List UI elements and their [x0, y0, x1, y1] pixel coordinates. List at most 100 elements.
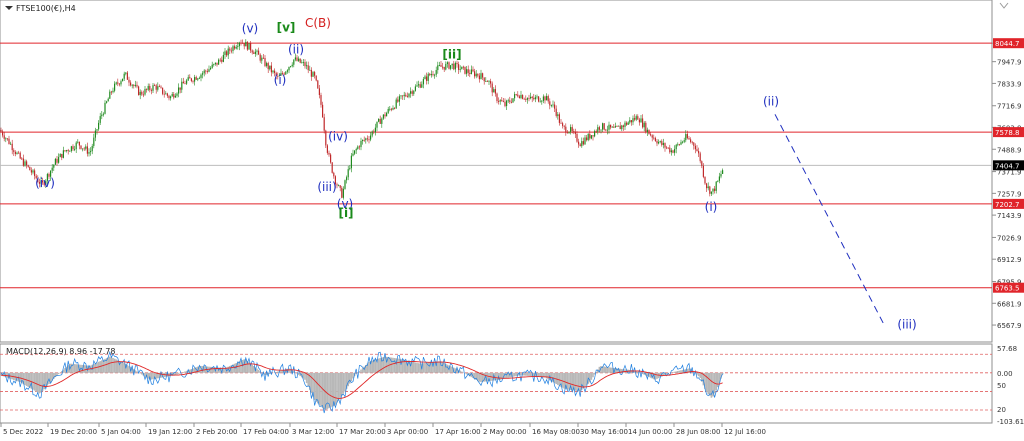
candle-body [330, 154, 332, 163]
wave-label: [ii] [442, 47, 461, 61]
macd-plot-frame [0, 343, 993, 424]
candle-body [214, 62, 216, 65]
candle-body [178, 87, 180, 94]
candle-body [694, 145, 696, 150]
macd-histogram-bar [177, 372, 180, 374]
candle-body [120, 81, 122, 85]
candle-body [363, 139, 365, 141]
candle-body [219, 59, 221, 61]
candle-body [632, 118, 634, 123]
price-tick-label: 7143.9 [997, 212, 1022, 220]
candle-body [664, 143, 666, 148]
candle-body [299, 58, 301, 63]
candle-body [267, 63, 269, 70]
price-tick-label: 7488.9 [997, 146, 1022, 154]
candle-body [554, 104, 556, 109]
candle-body [669, 147, 671, 153]
macd-histogram-bar [334, 372, 337, 405]
candle-body [130, 82, 132, 86]
macd-histogram-bar [70, 363, 73, 373]
macd-histogram-bar [584, 372, 586, 387]
macd-histogram-bar [126, 365, 129, 373]
candle-body [427, 73, 429, 81]
candle-body [82, 148, 84, 150]
candle-body [110, 91, 112, 93]
candle-body [80, 145, 82, 149]
macd-histogram-bar [109, 356, 111, 373]
candle-body [131, 84, 133, 86]
candle-body [152, 85, 154, 91]
candle-body [250, 43, 252, 51]
candle-body [661, 141, 663, 145]
candle-body [206, 71, 208, 72]
macd-histogram-bar [561, 372, 564, 388]
candle-body [358, 146, 360, 148]
candle-body [259, 54, 261, 61]
candle-body [394, 107, 396, 109]
macd-panel[interactable]: MACD(12,26,9) 8.96 -17.78 57.68 0.00 50 20 -… [0, 343, 1024, 426]
candle-body [346, 177, 348, 181]
candle-body [544, 96, 546, 101]
candle-body [446, 62, 448, 64]
macd-histogram-bar [112, 357, 114, 373]
candle-body [586, 137, 588, 141]
candle-body [598, 127, 600, 130]
candle-body [480, 73, 482, 80]
candle-body [170, 96, 172, 99]
candle-body [606, 129, 608, 131]
macd-histogram-bar [136, 371, 138, 373]
level-tag-label: 6763.5 [995, 285, 1020, 293]
candle-body [138, 86, 140, 96]
candle-body [147, 86, 149, 90]
wave-label: [i] [338, 206, 353, 220]
candle-body [715, 181, 717, 191]
candle-body [565, 126, 567, 133]
candle-body [435, 70, 437, 75]
candle-body [454, 62, 456, 70]
candle-body [680, 142, 682, 145]
candle-body [402, 95, 404, 97]
macd-tick-label: -103.61 [997, 418, 1024, 426]
macd-histogram-bar [304, 372, 306, 380]
candle-body [646, 129, 648, 133]
time-tick-label: 30 May 16:00 [580, 428, 628, 436]
candle-body [174, 95, 176, 98]
candle-body [224, 51, 226, 55]
candle-body [568, 131, 570, 133]
candle-body [496, 93, 498, 102]
macd-histogram-bar [637, 371, 639, 373]
macd-histogram-bar [320, 372, 322, 407]
candle-body [666, 147, 668, 149]
candle-body [594, 131, 596, 137]
macd-histogram-bar [349, 372, 351, 384]
candle-body [392, 107, 394, 110]
candle-body [662, 143, 664, 145]
candle-body [482, 73, 484, 78]
macd-histogram-bar [461, 371, 463, 373]
candle-body [470, 69, 472, 75]
candle-body [309, 69, 311, 71]
candle-body [557, 114, 559, 116]
candle-body [221, 59, 223, 62]
candle-body [69, 150, 71, 152]
candle-body [86, 146, 88, 154]
candle-body [106, 101, 108, 103]
candle-body [720, 173, 722, 177]
macd-histogram-bar [317, 372, 319, 404]
candle-body [181, 81, 183, 90]
wave-label: (i) [274, 73, 287, 87]
candle-body [517, 94, 519, 97]
candle-body [590, 135, 592, 139]
candle-body [406, 96, 408, 97]
macd-histogram-bar [275, 372, 277, 373]
candle-body [509, 100, 511, 102]
candle-body [675, 144, 677, 150]
candle-body [160, 86, 162, 88]
candle-body [109, 91, 111, 99]
price-panel[interactable]: (v) [v] C(B)(ii)(i)[ii](iv)(iii)(v)[i](iv)… [0, 0, 1024, 343]
wave-label: (iii) [897, 317, 916, 331]
macd-histogram-bar [368, 362, 370, 373]
candle-body [512, 98, 514, 103]
candle-body [645, 122, 647, 133]
candle-body [674, 149, 676, 153]
